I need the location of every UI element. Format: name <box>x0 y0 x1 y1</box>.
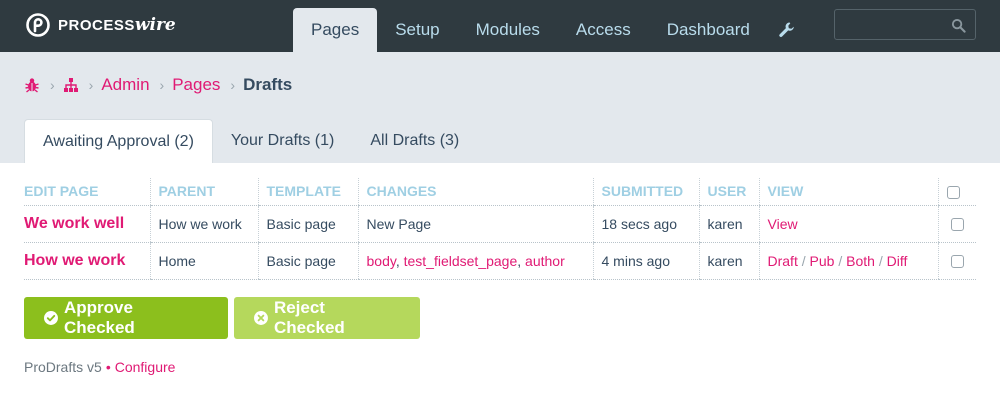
template-cell: Basic page <box>257 205 358 243</box>
nav-dashboard[interactable]: Dashboard <box>649 8 768 52</box>
template-cell: Basic page <box>257 242 358 280</box>
nav-access[interactable]: Access <box>558 8 649 52</box>
footer-bullet: • <box>105 359 111 375</box>
processwire-logo-icon <box>26 13 50 37</box>
nav-pages[interactable]: Pages <box>293 8 378 52</box>
module-footer: ProDrafts v5 • Configure <box>24 359 175 375</box>
configure-link[interactable]: Configure <box>115 359 176 375</box>
parent-cell: Home <box>149 242 258 280</box>
sitemap-icon[interactable] <box>63 77 79 93</box>
search-box[interactable] <box>834 9 976 40</box>
row-checkbox[interactable] <box>950 255 964 269</box>
search-icon[interactable] <box>951 18 966 33</box>
breadcrumb-separator: › <box>50 77 55 93</box>
select-all-cell <box>937 178 976 206</box>
change-link-body[interactable]: body <box>367 253 396 269</box>
breadcrumb: › › Admin › Pages › Drafts <box>24 74 292 96</box>
submitted-cell: 18 secs ago <box>592 205 699 243</box>
column-header-submitted[interactable]: SUBMITTED <box>592 178 699 206</box>
breadcrumb-separator: › <box>230 77 236 93</box>
view-both-link[interactable]: Both <box>846 253 875 269</box>
view-draft-link[interactable]: Draft <box>768 253 798 269</box>
edit-page-link[interactable]: How we work <box>24 242 150 280</box>
action-buttons: Approve Checked Reject Checked <box>24 297 420 339</box>
submitted-cell: 4 mins ago <box>592 242 699 280</box>
approve-checked-button[interactable]: Approve Checked <box>24 297 228 339</box>
tab-your-drafts[interactable]: Your Drafts (1) <box>213 119 352 163</box>
reject-checked-button[interactable]: Reject Checked <box>234 297 420 339</box>
view-diff-link[interactable]: Diff <box>887 253 908 269</box>
nav-setup[interactable]: Setup <box>377 8 457 52</box>
view-pub-link[interactable]: Pub <box>810 253 835 269</box>
parent-cell: How we work <box>149 205 258 243</box>
logo-wordmark: PROCESSwire <box>58 15 176 35</box>
view-cell: Draft / Pub / Both / Diff <box>758 242 938 280</box>
page-title: Drafts <box>243 75 293 94</box>
tab-bar: Awaiting Approval (2) Your Drafts (1) Al… <box>24 119 477 163</box>
times-circle-icon <box>254 311 268 325</box>
wrench-icon <box>779 22 794 37</box>
breadcrumb-pages[interactable]: Pages <box>172 75 220 95</box>
approve-checked-label: Approve Checked <box>63 298 135 337</box>
column-header-changes[interactable]: CHANGES <box>357 178 593 206</box>
tab-all-drafts[interactable]: All Drafts (3) <box>352 119 477 163</box>
select-all-checkbox[interactable] <box>946 186 960 200</box>
masthead: PROCESSwire Pages Setup Modules Access D… <box>0 0 1000 52</box>
column-header-user[interactable]: USER <box>698 178 759 206</box>
user-cell: karen <box>698 242 759 280</box>
page-header: › › Admin › Pages › Drafts Awaiting Appr… <box>0 52 1000 163</box>
changes-cell: body, test_fieldset_page, author <box>357 242 593 280</box>
table-row: How we work Home Basic page body, test_f… <box>24 242 976 280</box>
reject-checked-label: Reject Checked <box>273 298 345 337</box>
user-cell: karen <box>698 205 759 243</box>
breadcrumb-separator: › <box>159 77 165 93</box>
column-header-edit-page[interactable]: EDIT PAGE <box>24 178 150 206</box>
version-text: ProDrafts v5 <box>24 359 102 375</box>
column-header-view[interactable]: VIEW <box>758 178 938 206</box>
breadcrumb-admin[interactable]: Admin <box>101 75 149 95</box>
processwire-logo[interactable]: PROCESSwire <box>26 11 176 39</box>
edit-page-link[interactable]: We work well <box>24 205 150 243</box>
table-header-row: EDIT PAGE PARENT TEMPLATE CHANGES SUBMIT… <box>24 178 976 206</box>
column-header-parent[interactable]: PARENT <box>149 178 258 206</box>
view-link[interactable]: View <box>768 216 798 232</box>
table-row: We work well How we work Basic page New … <box>24 205 976 243</box>
row-checkbox-cell <box>937 205 976 243</box>
changes-cell: New Page <box>357 205 593 243</box>
check-circle-icon <box>44 311 58 325</box>
tab-awaiting-approval[interactable]: Awaiting Approval (2) <box>24 119 213 163</box>
top-nav: Pages Setup Modules Access Dashboard <box>293 8 806 52</box>
drafts-table: EDIT PAGE PARENT TEMPLATE CHANGES SUBMIT… <box>24 178 976 280</box>
change-link-test-fieldset-page[interactable]: test_fieldset_page <box>404 253 518 269</box>
column-header-template[interactable]: TEMPLATE <box>257 178 358 206</box>
row-checkbox-cell <box>937 242 976 280</box>
view-cell: View <box>758 205 938 243</box>
nav-modules[interactable]: Modules <box>458 8 558 52</box>
bug-icon[interactable] <box>24 77 40 93</box>
change-link-author[interactable]: author <box>525 253 565 269</box>
breadcrumb-separator: › <box>88 77 94 93</box>
row-checkbox[interactable] <box>950 218 964 232</box>
nav-tools[interactable] <box>768 8 806 52</box>
